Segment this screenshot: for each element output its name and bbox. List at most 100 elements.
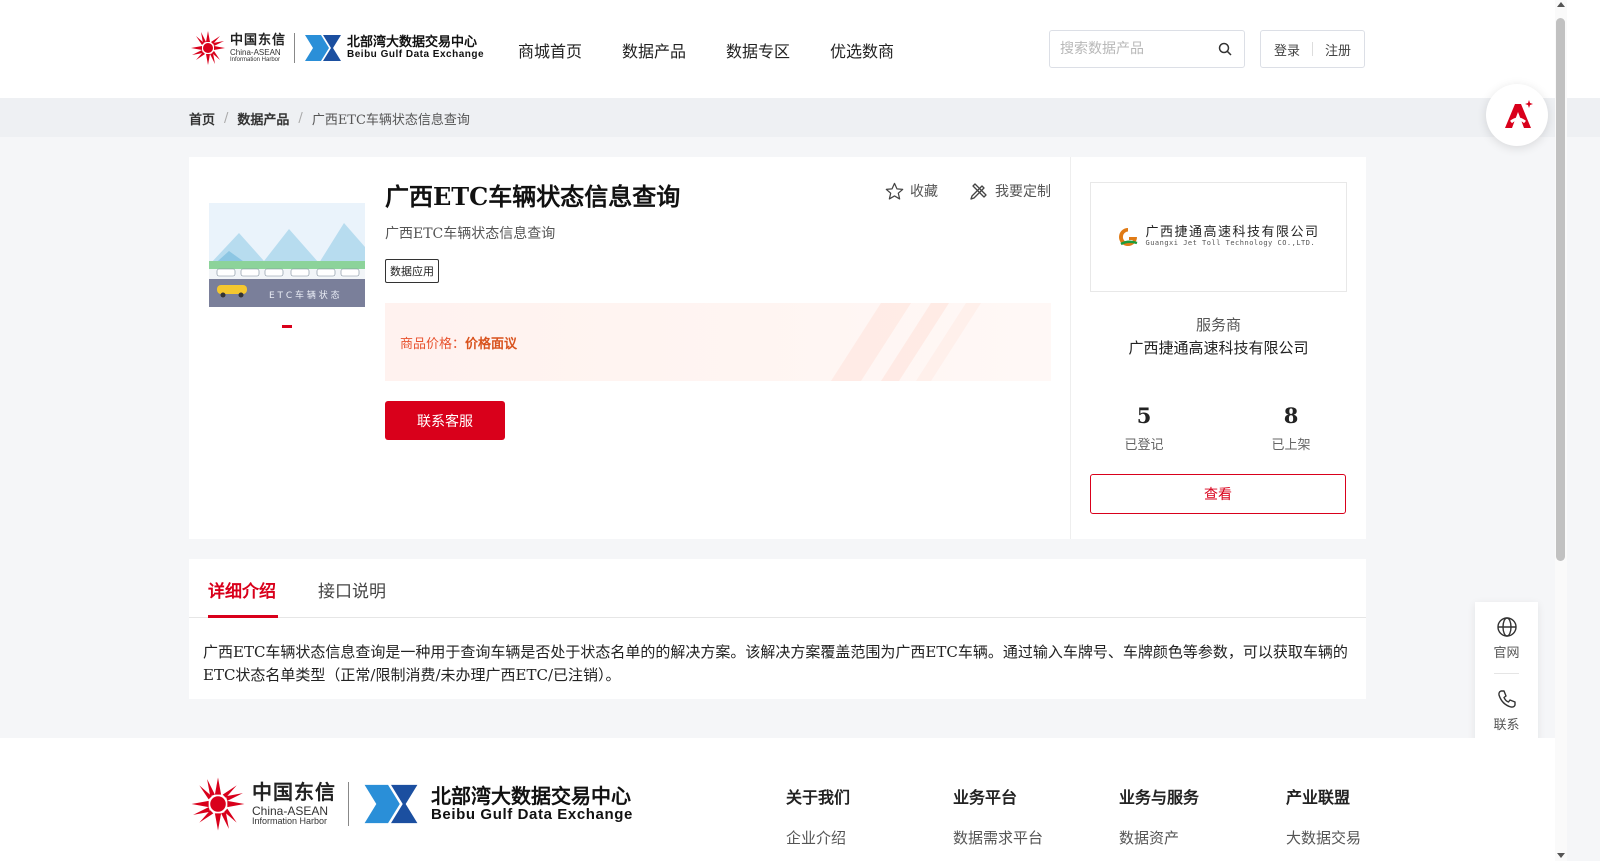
vendor-label: 服务商 <box>1195 316 1241 334</box>
star-icon <box>885 182 904 200</box>
beibu-gulf-logo: 北部湾大数据交易中心 Beibu Gulf Data Exchange <box>303 33 484 63</box>
detail-tabs: 详细介绍 接口说明 <box>189 559 1366 618</box>
footer-col-platform: 业务平台 数据需求平台 <box>953 784 1043 848</box>
search-input[interactable] <box>1050 31 1210 67</box>
customize-tools-icon <box>970 183 987 200</box>
logo-en-sub-text: Information Harbor <box>230 56 281 63</box>
bgde-en-text: Beibu Gulf Data Exchange <box>347 48 485 60</box>
breadcrumb-current: 广西ETC车辆状态信息查询 <box>311 113 470 128</box>
nav-preferred-vendors[interactable]: 优选数商 <box>830 38 894 62</box>
header: 中国东信 China-ASEAN Information Harbor 北部湾大… <box>0 0 1600 98</box>
breadcrumb-products[interactable]: 数据产品 <box>237 109 289 128</box>
side-website-label: 官网 <box>1493 646 1520 661</box>
side-contact-button[interactable]: 联系 <box>1475 688 1538 733</box>
customize-label: 我要定制 <box>995 184 1051 200</box>
footer-logo[interactable]: 中国东信 China-ASEAN Information Harbor 北部湾大… <box>190 776 633 832</box>
stat-listed-label: 已上架 <box>1271 438 1311 453</box>
favorite-label: 收藏 <box>910 184 938 200</box>
vendor-logo-cn: 广西捷通高速科技有限公司 <box>1145 225 1320 240</box>
tab-api-docs[interactable]: 接口说明 <box>318 577 386 602</box>
bgde-mark-icon <box>305 35 342 61</box>
product-card: E T C 车 辆 状 态 广西ETC车辆状态信息查询 广西ETC车辆状态信息查… <box>189 157 1366 539</box>
login-link[interactable]: 登录 <box>1274 40 1300 59</box>
side-website-button[interactable]: 官网 <box>1475 616 1538 661</box>
vendor-logo-en: Guangxi Jet Toll Technology CO.,LTD. <box>1145 239 1316 248</box>
footer-col-about: 关于我们 企业介绍 <box>786 784 850 848</box>
breadcrumb: 首页 / 数据产品 / 广西ETC车辆状态信息查询 <box>189 109 470 128</box>
footer-bgde-mark-icon <box>364 784 418 824</box>
product-tag: 数据应用 <box>385 259 439 283</box>
detail-section: 详细介绍 接口说明 广西ETC车辆状态信息查询是一种用于查询车辆是否处于状态名单… <box>189 559 1366 699</box>
customize-button[interactable]: 我要定制 <box>969 181 1051 201</box>
price-label: 商品价格： <box>400 337 466 352</box>
etc-highway-illustration: E T C 车 辆 状 态 <box>209 203 365 307</box>
side-float-panel: 官网 联系 <box>1475 602 1538 744</box>
vendor-name[interactable]: 广西捷通高速科技有限公司 <box>1090 337 1347 358</box>
stat-listed-count: 8 <box>1283 403 1299 428</box>
stat-registered-count: 5 <box>1136 403 1152 428</box>
nav-data-zone[interactable]: 数据专区 <box>726 38 790 62</box>
nav-data-products[interactable]: 数据产品 <box>622 38 686 62</box>
phone-icon <box>1497 690 1516 708</box>
price-value: 价格面议 <box>465 337 518 352</box>
footer-col-alliance: 产业联盟 大数据交易 <box>1286 784 1361 848</box>
view-vendor-button[interactable]: 查看 <box>1090 474 1346 514</box>
vendor-mark-icon <box>1119 228 1138 246</box>
product-title: 广西ETC车辆状态信息查询 <box>385 182 681 211</box>
contact-service-button[interactable]: 联系客服 <box>385 401 505 440</box>
logo-cn-text: 中国东信 <box>230 32 287 48</box>
product-thumbnail[interactable]: E T C 车 辆 状 态 <box>209 203 365 307</box>
footer-col-title: 关于我们 <box>786 788 851 807</box>
ai-assistant-icon <box>1505 100 1533 128</box>
vendor-logo[interactable]: 广西捷通高速科技有限公司 Guangxi Jet Toll Technology… <box>1090 182 1347 292</box>
footer-link[interactable]: 数据资产 <box>1119 827 1199 848</box>
scrollbar-thumb[interactable] <box>1556 18 1565 561</box>
breadcrumb-bar: 首页 / 数据产品 / 广西ETC车辆状态信息查询 <box>0 98 1600 137</box>
footer-logo-cn: 中国东信 <box>252 780 336 804</box>
breadcrumb-home[interactable]: 首页 <box>189 109 215 128</box>
price-box: 商品价格：价格面议 <box>385 303 1051 381</box>
breadcrumb-separator: / <box>298 111 303 126</box>
stat-listed: 8 已上架 <box>1251 403 1331 453</box>
carousel-indicator[interactable] <box>282 325 292 328</box>
site-logo[interactable]: 中国东信 China-ASEAN Information Harbor 北部湾大… <box>190 28 484 68</box>
nav-mall-home[interactable]: 商城首页 <box>518 38 582 62</box>
main-nav: 商城首页 数据产品 数据专区 优选数商 <box>518 38 894 62</box>
footer-link[interactable]: 大数据交易 <box>1286 827 1361 848</box>
footer-bgde-en: Beibu Gulf Data Exchange <box>431 805 633 823</box>
search-icon[interactable] <box>1218 42 1232 56</box>
card-divider <box>1070 157 1071 539</box>
product-subtitle: 广西ETC车辆状态信息查询 <box>385 226 556 242</box>
ai-assistant-button[interactable] <box>1486 84 1548 146</box>
footer-sun-logo-icon <box>191 777 245 831</box>
tab-details[interactable]: 详细介绍 <box>208 577 276 602</box>
stat-registered: 5 已登记 <box>1104 403 1184 453</box>
china-asean-logo: 中国东信 China-ASEAN Information Harbor <box>190 30 286 66</box>
footer-link[interactable]: 数据需求平台 <box>953 827 1043 848</box>
logo-en-text: China-ASEAN <box>230 47 281 57</box>
stat-registered-label: 已登记 <box>1124 438 1164 453</box>
price-decor-stripes <box>831 303 981 381</box>
search-box <box>1049 30 1245 68</box>
footer-bgde-cn: 北部湾大数据交易中心 <box>431 783 631 808</box>
footer: 中国东信 China-ASEAN Information Harbor 北部湾大… <box>0 738 1555 861</box>
auth-divider <box>1312 42 1313 56</box>
globe-icon <box>1496 617 1517 637</box>
sun-logo-icon <box>191 31 225 65</box>
bgde-cn-text: 北部湾大数据交易中心 <box>347 34 478 50</box>
footer-col-services: 业务与服务 数据资产 <box>1119 784 1199 848</box>
favorite-button[interactable]: 收藏 <box>885 181 938 201</box>
scroll-down-arrow-icon[interactable] <box>1557 853 1565 858</box>
footer-link[interactable]: 企业介绍 <box>786 827 850 848</box>
active-tab-underline <box>208 615 278 618</box>
register-link[interactable]: 注册 <box>1325 40 1351 59</box>
footer-logo-divider <box>348 782 349 826</box>
footer-col-title: 业务与服务 <box>1119 788 1200 807</box>
logo-divider <box>294 33 296 63</box>
scroll-up-arrow-icon[interactable] <box>1557 2 1565 7</box>
side-float-divider <box>1494 673 1519 674</box>
product-description: 广西ETC车辆状态信息查询是一种用于查询车辆是否处于状态名单的的解决方案。该解决… <box>203 643 1348 684</box>
auth-box: 登录 注册 <box>1260 30 1365 68</box>
side-contact-label: 联系 <box>1493 718 1520 733</box>
thumb-caption: E T C 车 辆 状 态 <box>269 289 340 301</box>
